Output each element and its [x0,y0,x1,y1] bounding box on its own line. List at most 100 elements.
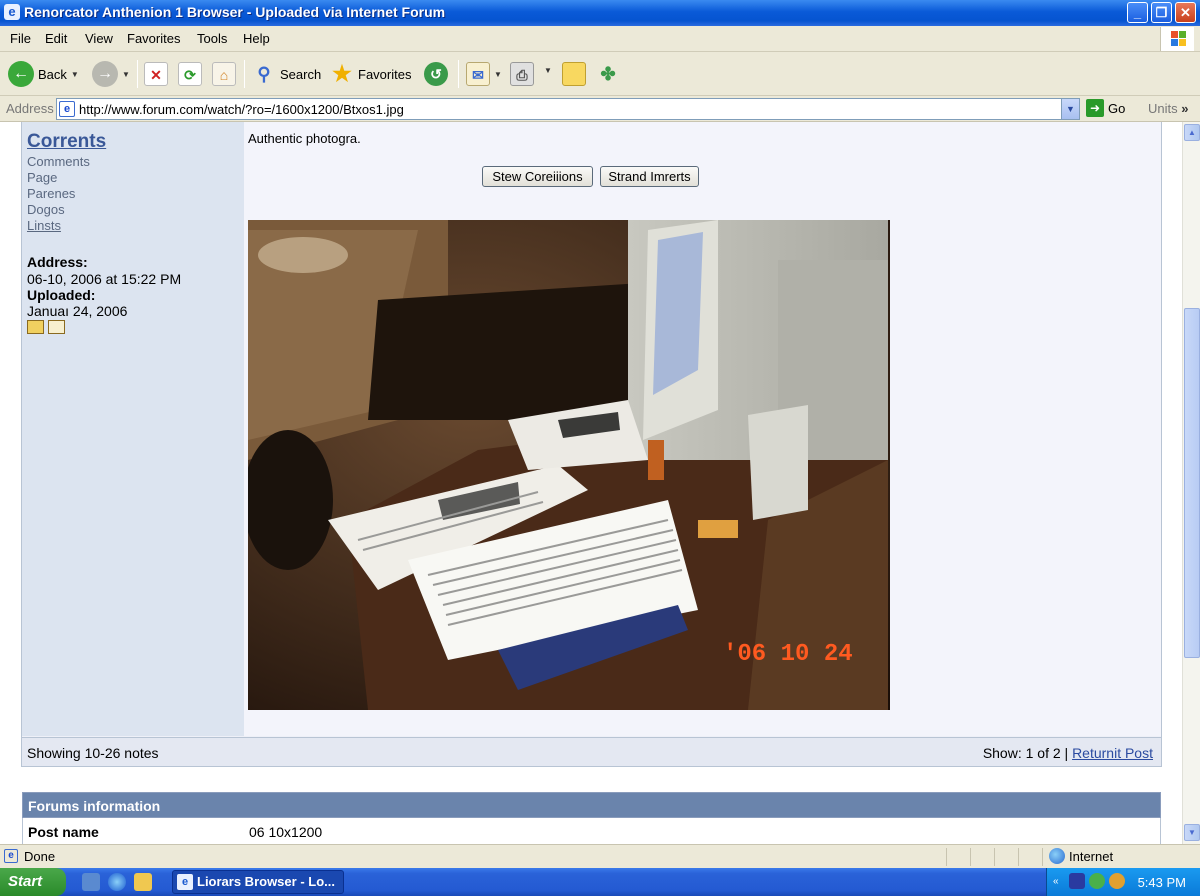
back-label: Back [38,66,67,82]
status-bar: e Done Internet [0,844,1200,868]
page-icon: e [59,101,75,117]
photo-timestamp: '06 10 24 [723,641,853,668]
uploaded-label: Uploaded: [27,287,96,303]
go-label: Go [1108,100,1126,116]
edit-icon[interactable] [27,320,44,334]
forum-information-heading: Forums information [22,792,1161,818]
page-count: Show: 1 of 2 | [982,745,1069,761]
print-button[interactable]: ⎙ [510,62,534,86]
stew-coreiiions-button[interactable]: Stew Coreiiions [482,166,593,187]
sidebar-item-parenes[interactable]: Parenes [27,186,75,201]
back-arrow-icon: ← [8,61,34,87]
window-title: Renorcator Anthenion 1 Browser - Uploade… [24,4,446,20]
taskbar: Start e Liorars Browser - Lo... « 5:43 P… [0,868,1200,896]
windows-logo-icon [1160,27,1194,51]
chevron-down-icon: ▼ [544,66,552,75]
menu-help[interactable]: Help [243,31,270,46]
browser-icon: e [4,4,20,20]
desktop-icon[interactable] [82,873,100,891]
vertical-scrollbar[interactable]: ▲ ▼ [1182,122,1200,844]
search-label: Search [280,66,322,82]
menu-view[interactable]: View [85,31,113,46]
address-bar: Address e http://www.forum.com/watch/?ro… [0,96,1200,122]
address-input[interactable]: e http://www.forum.com/watch/?ro=/1600x1… [56,98,1080,120]
menu-bar: File Edit View Favorites Tools Help [0,26,1200,52]
pagination: Show: 1 of 2 | Returnit Post [983,745,1153,761]
address-dropdown-button[interactable]: ▼ [1061,99,1079,119]
chevron-down-icon: ▼ [70,69,79,79]
menu-favorites[interactable]: Favorites [127,31,180,46]
globe-icon [1049,848,1065,864]
clock: 5:43 PM [1137,875,1186,890]
stop-icon: ✕ [144,62,168,86]
address-field-label: Address: [27,254,88,270]
messenger-button[interactable]: ✤ [596,62,620,86]
ie-icon[interactable] [108,873,126,891]
history-button[interactable]: ↺ [424,62,448,86]
post-name-value: 06 10x1200 [249,824,323,840]
download-icon[interactable] [48,320,65,334]
chevron-down-icon: ▼ [494,69,502,79]
address-url[interactable]: http://www.forum.com/watch/?ro=/1600x120… [79,102,404,117]
page-icon: e [4,849,18,863]
sidebar-item-linsts[interactable]: Linsts [27,218,61,233]
menu-file[interactable]: File [10,31,31,46]
scroll-down-button[interactable]: ▼ [1184,824,1200,841]
mail-icon: ✉ [466,62,490,86]
notes-footer: Showing 10-26 notes Show: 1 of 2 | Retur… [22,737,1161,766]
tray-security-icon[interactable] [1109,873,1125,889]
mail-button[interactable]: ✉ ▼ [466,62,502,86]
tray-app-icon[interactable] [1069,873,1085,889]
zone-label: Internet [1069,849,1114,864]
star-icon: ★ [332,61,352,86]
folder-icon[interactable] [134,873,152,891]
scroll-up-button[interactable]: ▲ [1184,124,1200,141]
post-name-label: Post name [28,824,99,840]
tray-network-icon[interactable] [1089,873,1105,889]
refresh-icon: ⟳ [178,62,202,86]
print-menu-button[interactable]: ▼ [544,66,552,75]
home-icon: ⌂ [212,62,236,86]
tray-arrow-icon[interactable]: « [1053,873,1065,891]
go-arrow-icon: ➜ [1086,99,1104,117]
browser-icon: e [177,874,193,890]
sidebar-item-page[interactable]: Page [27,170,57,185]
close-button[interactable]: ✕ [1175,2,1196,23]
messenger-icon: ✤ [600,64,616,84]
menu-edit[interactable]: Edit [45,31,67,46]
address-label: Address [6,101,54,116]
favorites-button[interactable]: ★ Favorites [330,62,411,86]
system-tray: « 5:43 PM [1046,868,1200,896]
printer-icon: ⎙ [510,62,534,86]
edit-button[interactable] [562,62,586,86]
back-button[interactable]: ← Back ▼ [8,61,79,87]
page-content: Corrents Comments Page Parenes Dogos Lin… [0,122,1182,844]
showing-notes-text: Showing 10-26 notes [27,745,159,761]
forward-button[interactable]: → ▼ [92,61,130,87]
taskbar-browser-item[interactable]: e Liorars Browser - Lo... [172,870,344,894]
sidebar-item-comments[interactable]: Comments [27,154,90,169]
favorites-label: Favorites [358,66,412,82]
title-bar: e Renorcator Anthenion 1 Browser - Uploa… [0,0,1200,26]
go-button[interactable]: ➜ Go [1086,99,1125,117]
start-button[interactable]: Start [0,868,66,896]
search-icon: ⚲ [257,64,271,84]
menu-tools[interactable]: Tools [197,31,227,46]
refresh-button[interactable]: ⟳ [178,62,202,86]
maximize-button[interactable]: ❐ [1151,2,1172,23]
photo-illustration: '06 10 24 [248,220,890,710]
sidebar-title[interactable]: Corrents [27,131,106,153]
return-post-link[interactable]: Returnit Post [1072,745,1153,761]
taskbar-item-label: Liorars Browser - Lo... [197,874,335,889]
strand-imrerts-button[interactable]: Strand Imrerts [600,166,699,187]
stop-button[interactable]: ✕ [144,62,168,86]
links-toolbar-label[interactable]: Units » [1148,101,1188,116]
start-label: Start [8,873,43,890]
minimize-button[interactable]: _ [1127,2,1148,23]
toolbar: ← Back ▼ → ▼ ✕ ⟳ ⌂ ⚲ Search ★ Favorites … [0,52,1200,96]
note-icon [562,62,586,86]
sidebar-item-dogos[interactable]: Dogos [27,202,65,217]
home-button[interactable]: ⌂ [212,62,236,86]
search-button[interactable]: ⚲ Search [252,62,321,86]
scroll-thumb[interactable] [1184,308,1200,658]
